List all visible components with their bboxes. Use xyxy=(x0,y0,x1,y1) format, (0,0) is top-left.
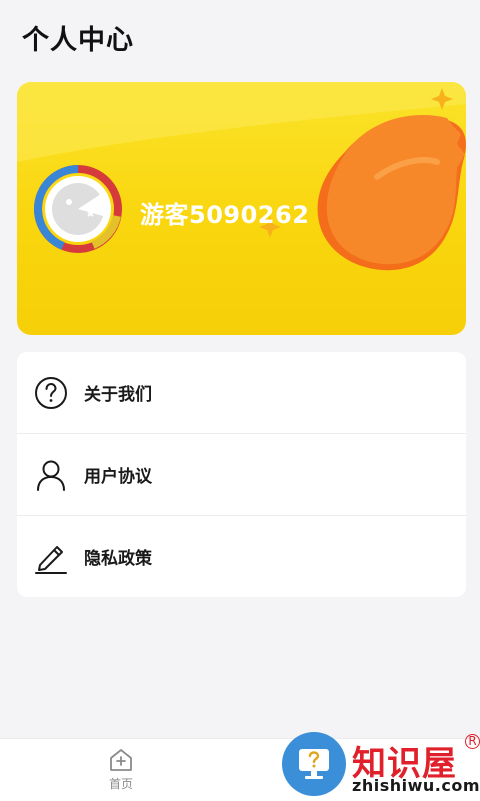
nav-item-label: 首页 xyxy=(108,777,133,791)
username: 游客5090262 xyxy=(140,201,310,229)
settings-menu: 关于我们 用户协议 隐私政策 xyxy=(17,352,466,597)
watermark-logo: 知识屋 R zhishiwu.com xyxy=(282,730,480,800)
page-title: 个人中心 xyxy=(22,25,134,56)
question-circle-icon xyxy=(33,375,69,411)
pen-icon xyxy=(33,539,69,575)
home-icon xyxy=(110,749,132,771)
profile-card[interactable]: 游客5090262 xyxy=(17,82,466,335)
monitor-question-icon xyxy=(282,732,346,796)
watermark-domain: zhishiwu.com xyxy=(352,776,480,795)
avatar[interactable] xyxy=(33,164,123,254)
menu-item-label: 关于我们 xyxy=(84,385,152,405)
nav-item-home[interactable]: 首页 xyxy=(86,747,156,792)
menu-item-user-agreement[interactable]: 用户协议 xyxy=(17,433,466,515)
registered-mark: R xyxy=(465,734,480,749)
guest-avatar-icon xyxy=(34,165,122,253)
user-icon xyxy=(33,457,69,493)
menu-item-privacy-policy[interactable]: 隐私政策 xyxy=(17,515,466,597)
menu-item-about-us[interactable]: 关于我们 xyxy=(17,352,466,433)
menu-item-label: 用户协议 xyxy=(84,467,152,487)
menu-item-label: 隐私政策 xyxy=(84,549,152,569)
